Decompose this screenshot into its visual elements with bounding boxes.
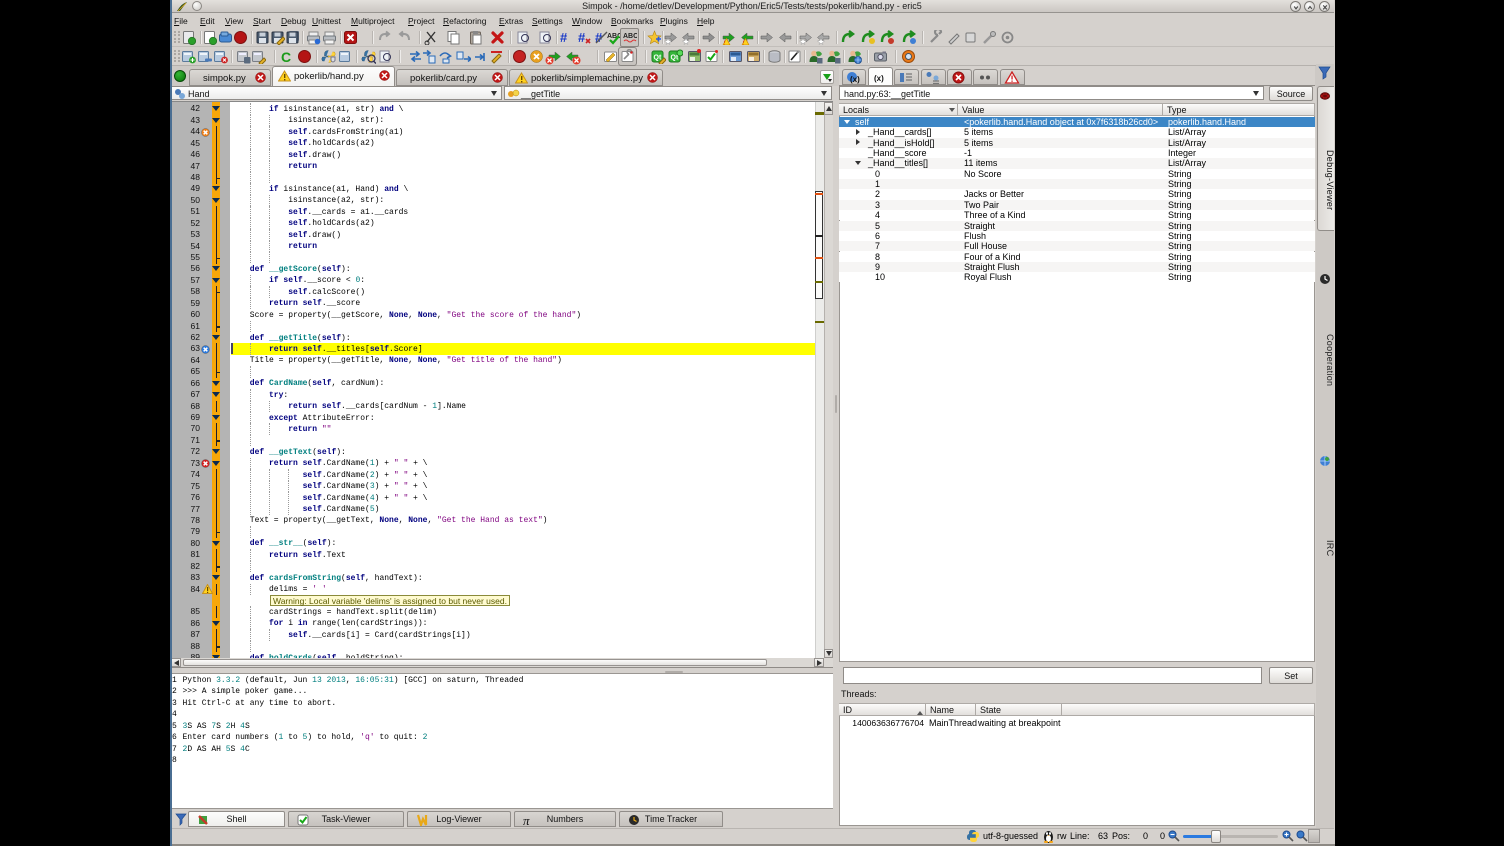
svg-text:#: # bbox=[578, 30, 586, 45]
svg-text:Qt: Qt bbox=[654, 55, 662, 62]
svg-text:ABC: ABC bbox=[623, 33, 637, 40]
svg-text:(x): (x) bbox=[850, 75, 860, 84]
svg-text:C: C bbox=[281, 49, 291, 64]
svg-text:!: ! bbox=[743, 41, 744, 45]
svg-text:#: # bbox=[560, 30, 568, 45]
svg-text:!: ! bbox=[724, 41, 725, 45]
svg-text:(x): (x) bbox=[874, 74, 884, 83]
